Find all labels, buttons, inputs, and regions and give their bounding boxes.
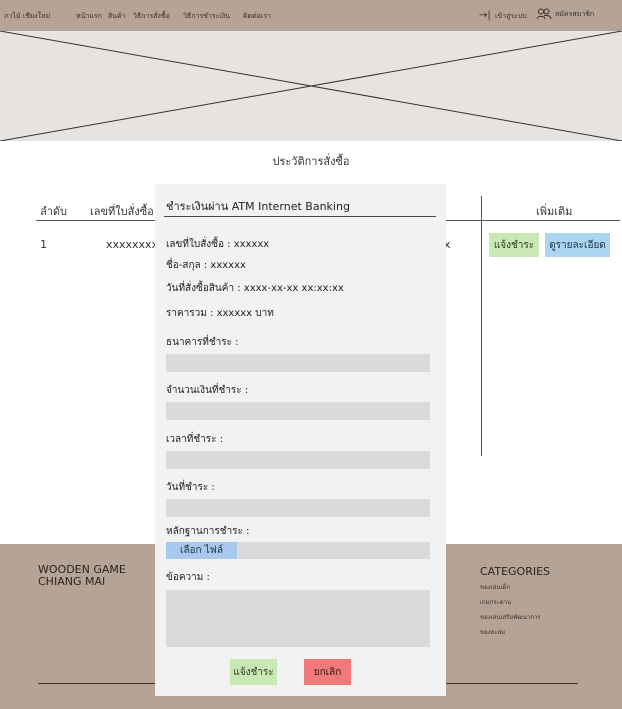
users-icon	[536, 8, 552, 20]
footer-brand-line2: CHIANG MAI	[38, 575, 106, 588]
banner-image-placeholder	[0, 31, 622, 141]
date-input[interactable]	[166, 499, 430, 517]
footer-categories-title: CATEGORIES	[480, 565, 551, 578]
login-arrow-icon: →|	[479, 10, 491, 21]
modal-title-divider	[164, 216, 436, 217]
nav-how-to-pay[interactable]: วิธีการชำระเงิน	[183, 11, 230, 22]
modal-order-no: เลขที่ใบสั่งซื้อ : xxxxxx	[166, 239, 270, 250]
table-header-divider	[36, 220, 161, 221]
placeholder-cross-icon	[0, 31, 622, 141]
header-index: ลำดับ	[40, 205, 68, 218]
date-label: วันที่ชำระ :	[166, 482, 215, 493]
footer-category-link[interactable]: ของสะสม	[480, 627, 505, 637]
bank-label: ธนาคารที่ชำระ :	[166, 337, 239, 348]
page-title: ประวัติการสั่งซื้อ	[272, 155, 350, 168]
amount-input[interactable]	[166, 402, 430, 420]
cancel-button[interactable]: ยกเลิก	[304, 659, 351, 685]
notify-payment-button[interactable]: แจ้งชำระ	[489, 233, 539, 257]
confirm-payment-button[interactable]: แจ้งชำระ	[230, 659, 277, 685]
evidence-file-input[interactable]: เลือก ไฟล์	[166, 542, 430, 559]
footer-category-link[interactable]: ของเล่นเสริมพัฒนาการ	[480, 612, 540, 622]
payment-modal: ชำระเงินผ่าน ATM Internet Banking เลขที่…	[155, 184, 446, 696]
nav-contact[interactable]: ติดต่อเรา	[243, 11, 271, 22]
footer-brand: WOODEN GAME CHIANG MAI	[38, 564, 126, 588]
order-history-page: ภาไม้ เชียงใหม่ หน้าแรก สินค้า วิธีการสั…	[0, 0, 622, 709]
time-input[interactable]	[166, 451, 430, 469]
nav-how-to-order[interactable]: วิธีการสั่งซื้อ	[133, 11, 170, 22]
modal-title: ชำระเงินผ่าน ATM Internet Banking	[166, 200, 350, 213]
modal-order-date: วันที่สั่งซื้อสินค้า : xxxx-xx-xx xx:xx:…	[166, 283, 344, 294]
row-index: 1	[40, 238, 47, 251]
register-link[interactable]: สมัครสมาชิก	[536, 8, 594, 20]
header-more: เพิ่มเติม	[536, 205, 573, 218]
footer-category-link[interactable]: เกมกระดาน	[480, 597, 511, 607]
footer-category-link[interactable]: ของเล่นเด็ก	[480, 582, 510, 592]
time-label: เวลาที่ชำระ :	[166, 434, 224, 445]
top-nav: ภาไม้ เชียงใหม่ หน้าแรก สินค้า วิธีการสั…	[0, 0, 622, 31]
evidence-label: หลักฐานการชำระ :	[166, 526, 250, 537]
view-details-button[interactable]: ดูรายละเอียด	[545, 233, 610, 257]
nav-brand[interactable]: ภาไม้ เชียงใหม่	[4, 11, 50, 22]
message-label: ข้อความ :	[166, 572, 210, 583]
table-header-divider	[446, 220, 620, 221]
modal-customer-name: ชื่อ-สกุล : xxxxxx	[166, 260, 246, 271]
nav-products[interactable]: สินค้า	[108, 11, 126, 22]
message-textarea[interactable]	[166, 590, 430, 647]
amount-label: จำนวนเงินที่ชำระ :	[166, 385, 249, 396]
choose-file-button[interactable]: เลือก ไฟล์	[166, 542, 237, 559]
modal-total-price: ราคารวม : xxxxxx บาท	[166, 308, 274, 319]
nav-home[interactable]: หน้าแรก	[76, 11, 102, 22]
bank-input[interactable]	[166, 354, 430, 372]
login-label: เข้าสู่ระบบ	[494, 12, 527, 20]
register-label: สมัครสมาชิก	[555, 9, 595, 18]
login-link[interactable]: →| เข้าสู่ระบบ	[479, 10, 527, 22]
column-divider	[481, 196, 482, 456]
header-order-no: เลขที่ใบสั่งซื้อ	[90, 205, 154, 218]
